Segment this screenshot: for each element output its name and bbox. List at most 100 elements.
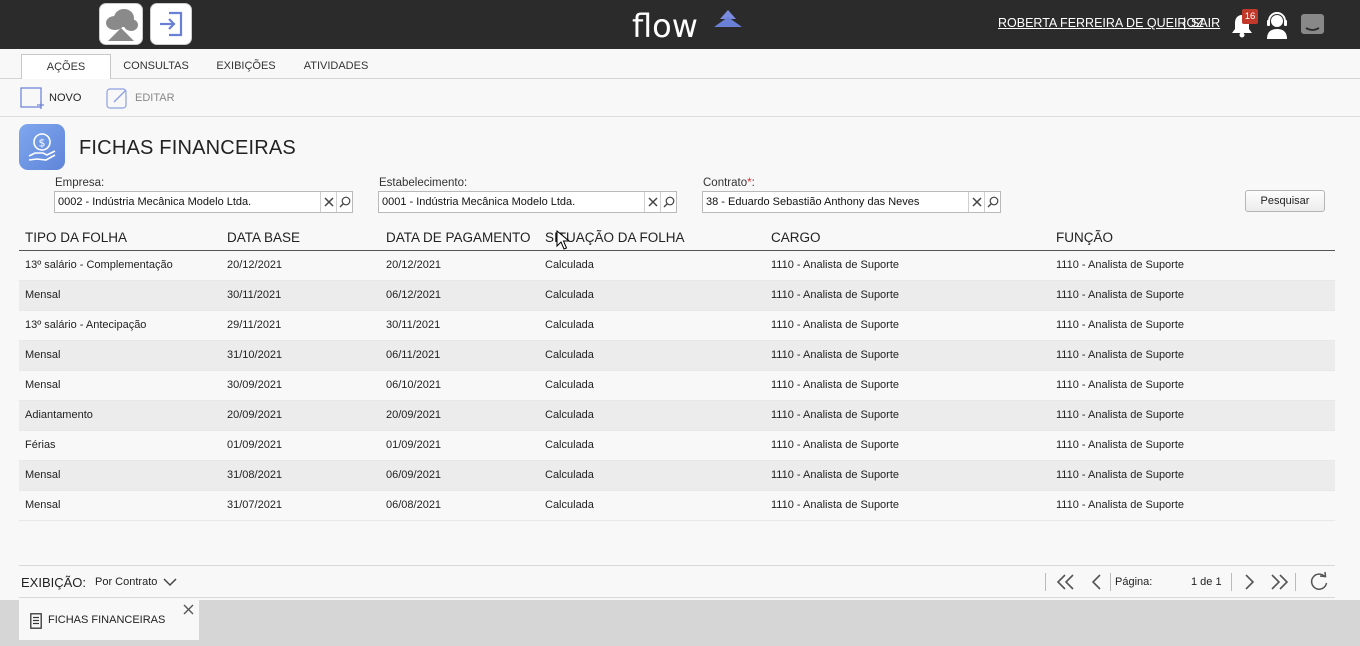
cell-funcao: 1110 - Analista de Suporte: [1056, 319, 1185, 331]
contrato-label-colon: :: [751, 177, 755, 189]
cell-funcao: 1110 - Analista de Suporte: [1056, 379, 1185, 391]
table-row[interactable]: 13º salário - Antecipação 29/11/2021 30/…: [19, 311, 1335, 341]
open-tab-fichas-financeiras[interactable]: FICHAS FINANCEIRAS: [19, 600, 199, 640]
cell-funcao: 1110 - Analista de Suporte: [1056, 259, 1185, 271]
cell-situacao: Calculada: [545, 259, 594, 271]
next-page-button[interactable]: [1239, 572, 1261, 592]
view-select-value: Por Contrato: [95, 576, 158, 588]
cell-data-base: 01/09/2021: [227, 439, 283, 451]
table-row[interactable]: Mensal 30/09/2021 06/10/2021 Calculada 1…: [19, 371, 1335, 401]
cell-tipo: 13º salário - Complementação: [25, 259, 173, 271]
contrato-value[interactable]: 38 - Eduardo Sebastião Anthony das Neves: [703, 196, 968, 208]
estabelecimento-field[interactable]: 0001 - Indústria Mecânica Modelo Ltda.: [378, 191, 677, 213]
tab-consultas[interactable]: CONSULTAS: [117, 54, 195, 79]
search-icon[interactable]: [984, 192, 1000, 212]
cell-cargo: 1110 - Analista de Suporte: [771, 289, 900, 301]
empresa-label: Empresa:: [55, 177, 105, 189]
home-cloud-icon: [106, 9, 138, 41]
cell-funcao: 1110 - Analista de Suporte: [1056, 499, 1185, 511]
empresa-field[interactable]: 0002 - Indústria Mecânica Modelo Ltda.: [54, 191, 353, 213]
user-name-link[interactable]: ROBERTA FERREIRA DE QUEIROZ: [998, 16, 1204, 30]
page-icon: $: [19, 124, 65, 170]
logout-link[interactable]: SAIR: [1191, 16, 1220, 30]
previous-page-button[interactable]: [1085, 572, 1107, 592]
open-tabs-bar: [0, 600, 1360, 646]
cell-tipo: Adiantamento: [25, 409, 93, 421]
column-header[interactable]: DATA DE PAGAMENTO: [386, 230, 531, 245]
tab-atividades[interactable]: ATIVIDADES: [296, 54, 376, 79]
empresa-value[interactable]: 0002 - Indústria Mecânica Modelo Ltda.: [55, 196, 320, 208]
search-button[interactable]: Pesquisar: [1245, 190, 1325, 212]
column-header[interactable]: CARGO: [771, 230, 821, 245]
cell-funcao: 1110 - Analista de Suporte: [1056, 289, 1185, 301]
cell-data-base: 20/12/2021: [227, 259, 283, 271]
logo-arrow-icon: [714, 10, 742, 27]
view-select[interactable]: Por Contrato: [95, 576, 177, 588]
tab-acoes[interactable]: AÇÕES: [21, 54, 111, 80]
cell-tipo: Mensal: [25, 379, 61, 391]
cell-data-pagamento: 06/12/2021: [386, 289, 442, 301]
estabelecimento-label: Estabelecimento:: [379, 177, 468, 189]
pagination-divider: [1231, 573, 1232, 591]
chevron-down-icon: [163, 578, 177, 587]
cell-data-base: 31/07/2021: [227, 499, 283, 511]
table-row[interactable]: Férias 01/09/2021 01/09/2021 Calculada 1…: [19, 431, 1335, 461]
last-page-button[interactable]: [1268, 572, 1290, 592]
column-header[interactable]: SITUAÇÃO DA FOLHA: [545, 230, 685, 245]
table-row[interactable]: Adiantamento 20/09/2021 20/09/2021 Calcu…: [19, 401, 1335, 431]
search-icon[interactable]: [336, 192, 352, 212]
clear-icon[interactable]: [320, 192, 336, 212]
new-button-label: NOVO: [49, 92, 82, 104]
cell-situacao: Calculada: [545, 289, 594, 301]
new-button[interactable]: NOVO: [20, 87, 81, 109]
home-button[interactable]: [99, 3, 143, 45]
cell-cargo: 1110 - Analista de Suporte: [771, 319, 900, 331]
cell-tipo: Mensal: [25, 349, 61, 361]
flow-logo: flow: [632, 6, 742, 44]
clear-icon[interactable]: [968, 192, 984, 212]
estabelecimento-value[interactable]: 0001 - Indústria Mecânica Modelo Ltda.: [379, 196, 644, 208]
top-bar: flow ROBERTA FERREIRA DE QUEIROZ | SAIR …: [0, 0, 1360, 49]
cell-cargo: 1110 - Analista de Suporte: [771, 349, 900, 361]
table-row[interactable]: Mensal 31/07/2021 06/08/2021 Calculada 1…: [19, 491, 1335, 521]
column-header[interactable]: DATA BASE: [227, 230, 300, 245]
tab-exibicoes[interactable]: EXIBIÇÕES: [209, 54, 283, 79]
cell-situacao: Calculada: [545, 319, 594, 331]
table-row[interactable]: Mensal 31/08/2021 06/09/2021 Calculada 1…: [19, 461, 1335, 491]
cell-data-pagamento: 20/12/2021: [386, 259, 442, 271]
main-tabs: AÇÕES CONSULTAS EXIBIÇÕES ATIVIDADES: [0, 49, 1360, 80]
cell-cargo: 1110 - Analista de Suporte: [771, 469, 900, 481]
cell-funcao: 1110 - Analista de Suporte: [1056, 439, 1185, 451]
cell-tipo: 13º salário - Antecipação: [25, 319, 147, 331]
cell-funcao: 1110 - Analista de Suporte: [1056, 409, 1185, 421]
contrato-field[interactable]: 38 - Eduardo Sebastião Anthony das Neves: [702, 191, 1001, 213]
table-row[interactable]: Mensal 30/11/2021 06/12/2021 Calculada 1…: [19, 281, 1335, 311]
close-icon[interactable]: [183, 604, 194, 615]
page-label: Página:: [1115, 576, 1153, 588]
refresh-button[interactable]: [1308, 572, 1330, 592]
cell-data-pagamento: 06/11/2021: [386, 349, 441, 361]
table-row[interactable]: 13º salário - Complementação 20/12/2021 …: [19, 251, 1335, 281]
column-header[interactable]: TIPO DA FOLHA: [25, 230, 127, 245]
pagination-divider: [1295, 573, 1296, 591]
edit-button[interactable]: EDITAR: [106, 87, 175, 109]
clear-icon[interactable]: [644, 192, 660, 212]
cell-data-base: 20/09/2021: [227, 409, 283, 421]
notification-badge: 16: [1242, 9, 1258, 24]
sign-in-button[interactable]: [150, 3, 192, 45]
support-agent-icon[interactable]: [1264, 11, 1290, 39]
pagination-divider: [1110, 573, 1111, 591]
chevron-right-icon: [1245, 574, 1255, 590]
column-header[interactable]: FUNÇÃO: [1056, 230, 1113, 245]
cell-situacao: Calculada: [545, 439, 594, 451]
cell-situacao: Calculada: [545, 349, 594, 361]
cell-data-pagamento: 06/08/2021: [386, 499, 442, 511]
table-row[interactable]: Mensal 31/10/2021 06/11/2021 Calculada 1…: [19, 341, 1335, 371]
first-page-button[interactable]: [1055, 572, 1077, 592]
refresh-icon: [1310, 572, 1328, 590]
sign-in-icon: [160, 11, 183, 37]
chat-icon[interactable]: [1300, 13, 1325, 38]
search-icon[interactable]: [660, 192, 676, 212]
money-hand-icon: $: [28, 133, 56, 161]
cell-cargo: 1110 - Analista de Suporte: [771, 379, 900, 391]
